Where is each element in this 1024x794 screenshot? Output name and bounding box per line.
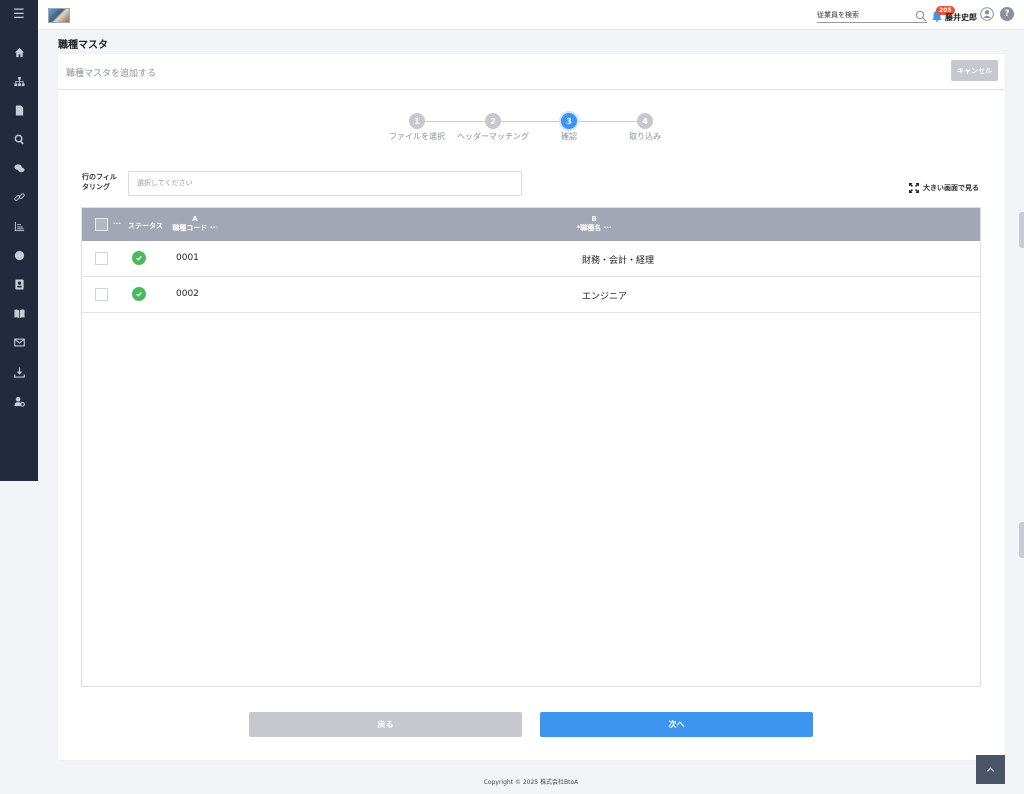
row-filter-select[interactable]: 選択してください: [128, 171, 522, 196]
back-button[interactable]: 戻る: [249, 712, 522, 737]
check-circle-icon: [132, 251, 146, 265]
chat-icon[interactable]: [0, 158, 38, 178]
side-panel-handle[interactable]: [1019, 212, 1024, 248]
step-4-label: 取り込み: [629, 132, 661, 141]
select-all-checkbox[interactable]: [95, 218, 108, 231]
table-row[interactable]: 0001 財務・会計・経理: [82, 241, 980, 277]
link-icon[interactable]: [0, 187, 38, 207]
help-icon[interactable]: ?: [1000, 7, 1014, 21]
step-connector: [577, 121, 637, 122]
card-title: 職種マスタを追加する: [66, 69, 157, 79]
row-checkbox[interactable]: [95, 288, 108, 301]
table-row[interactable]: 0002 エンジニア: [82, 277, 980, 313]
step-connector: [501, 121, 561, 122]
fullscreen-label: 大きい画面で見る: [923, 184, 979, 192]
document-icon[interactable]: [0, 100, 38, 120]
step-3-label: 確認: [561, 132, 577, 141]
column-a-name: 職種コード: [172, 224, 208, 232]
home-icon[interactable]: [0, 42, 38, 62]
check-circle-icon: [132, 287, 146, 301]
step-1-circle: 1: [409, 113, 425, 129]
download-icon[interactable]: [0, 362, 38, 382]
row-name-cell: エンジニア: [582, 292, 628, 302]
row-checkbox[interactable]: [95, 252, 108, 265]
row-code-cell: 0002: [176, 289, 199, 299]
preview-table: ··· ステータス A 職種コード ··· B *職種名 ··· 0001 財務…: [81, 207, 981, 687]
side-panel-handle[interactable]: [1019, 522, 1024, 558]
select-menu-dots[interactable]: ···: [113, 220, 121, 228]
copyright-text: Copyright © 2025 株式会社BtoA: [483, 779, 579, 786]
column-a-menu[interactable]: ···: [210, 224, 218, 232]
step-3-circle: 3: [561, 113, 577, 129]
step-4-circle: 4: [637, 113, 653, 129]
employee-search-input[interactable]: 従業員を検索: [817, 9, 927, 23]
sidebar: ☰: [0, 0, 38, 481]
book-icon[interactable]: [0, 303, 38, 323]
expand-icon: [909, 183, 919, 193]
row-filter-label: 行のフィルタリング: [82, 173, 117, 191]
card-header: 職種マスタを追加する キャンセル: [58, 54, 1005, 90]
user-name[interactable]: 藤井史郎: [945, 12, 977, 23]
column-b-menu[interactable]: ···: [604, 224, 612, 232]
table-header: ··· ステータス A 職種コード ··· B *職種名 ···: [82, 208, 980, 241]
column-a-header[interactable]: A 職種コード ···: [170, 215, 220, 233]
cancel-button[interactable]: キャンセル: [951, 60, 998, 81]
status-column-header: ステータス: [128, 222, 163, 230]
mail-icon[interactable]: [0, 332, 38, 352]
contact-card-icon[interactable]: [0, 274, 38, 294]
row-name-cell: 財務・会計・経理: [582, 256, 655, 266]
import-card: 職種マスタを追加する キャンセル 1 2 3 4 ファイルを選択 ヘッダーマッチ…: [58, 54, 1005, 760]
page-title: 職種マスタ: [58, 40, 108, 51]
globe-icon[interactable]: [0, 245, 38, 265]
company-logo[interactable]: [48, 8, 70, 23]
scroll-to-top-button[interactable]: [976, 755, 1005, 784]
step-2-circle: 2: [485, 113, 501, 129]
top-header: 従業員を検索 205 藤井史郎 ?: [38, 0, 1024, 30]
org-chart-icon[interactable]: [0, 71, 38, 91]
column-b-header[interactable]: B *職種名 ···: [564, 215, 624, 233]
step-1-label: ファイルを選択: [389, 132, 445, 141]
column-b-letter: B: [591, 215, 597, 223]
search-icon[interactable]: [915, 10, 927, 22]
chevron-up-icon: [986, 767, 995, 772]
user-settings-icon[interactable]: [0, 391, 38, 411]
menu-icon[interactable]: ☰: [0, 4, 38, 24]
search-icon[interactable]: [0, 129, 38, 149]
avatar-icon[interactable]: [980, 7, 994, 21]
step-connector: [425, 121, 485, 122]
fullscreen-link[interactable]: 大きい画面で見る: [909, 183, 979, 193]
column-b-name: *職種名: [576, 224, 602, 232]
next-button[interactable]: 次へ: [540, 712, 813, 737]
chart-icon[interactable]: [0, 216, 38, 236]
row-code-cell: 0001: [176, 253, 199, 263]
step-2-label: ヘッダーマッチング: [457, 132, 529, 141]
column-a-letter: A: [192, 215, 198, 223]
